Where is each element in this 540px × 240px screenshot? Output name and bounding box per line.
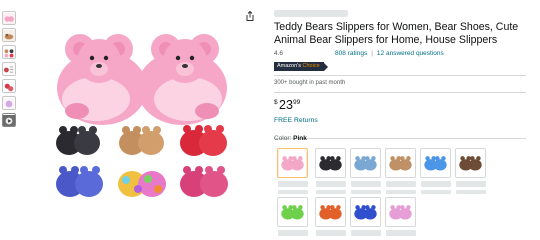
product-details: Teddy Bears Slippers for Women, Bear Sho… bbox=[274, 10, 526, 140]
color-swatch[interactable] bbox=[277, 197, 308, 227]
thumbnail-lavender[interactable] bbox=[2, 96, 16, 110]
color-swatch[interactable] bbox=[455, 148, 486, 178]
free-returns-link[interactable]: FREE Returns bbox=[274, 117, 526, 124]
thumbnail-video[interactable] bbox=[2, 113, 16, 127]
bear-slipper-icon bbox=[386, 198, 415, 226]
color-swatch[interactable] bbox=[350, 197, 381, 227]
badge-label: Choice bbox=[302, 63, 320, 70]
divider bbox=[274, 138, 526, 140]
color-swatch[interactable] bbox=[315, 148, 346, 178]
color-swatch[interactable] bbox=[385, 197, 416, 227]
thumbnail-multi[interactable] bbox=[2, 45, 16, 59]
answered-questions-link[interactable]: 12 answered questions bbox=[377, 50, 444, 57]
bear-slipper-icon bbox=[456, 149, 485, 177]
bear-slipper-icon bbox=[278, 198, 307, 226]
color-swatch[interactable] bbox=[350, 148, 381, 178]
ratings-count-link[interactable]: 808 ratings bbox=[335, 50, 367, 57]
color-selected-value: Pink bbox=[293, 135, 307, 142]
divider bbox=[274, 92, 526, 94]
price-fraction: 99 bbox=[293, 99, 301, 107]
swatch-price-placeholder bbox=[278, 230, 308, 236]
bear-slipper-icon bbox=[386, 149, 415, 177]
badge-brand: Amazon's bbox=[277, 63, 301, 70]
color-label: Color: Pink bbox=[274, 135, 307, 142]
bought-in-past-month: 300+ bought in past month bbox=[274, 80, 346, 87]
price-whole: 23 bbox=[279, 98, 293, 113]
swatch-price-placeholder bbox=[386, 181, 416, 187]
share-icon[interactable] bbox=[244, 9, 256, 21]
swatch-shipping-placeholder bbox=[421, 190, 451, 194]
main-product-image[interactable] bbox=[22, 3, 262, 208]
swatch-shipping-placeholder bbox=[278, 190, 308, 194]
price: $ 23 99 bbox=[274, 98, 526, 112]
bear-slipper-icon bbox=[316, 198, 345, 226]
bear-slipper-icon bbox=[351, 149, 380, 177]
swatch-shipping-placeholder bbox=[386, 190, 416, 194]
swatch-shipping-placeholder bbox=[316, 190, 346, 194]
thumbnail-size-chart[interactable] bbox=[2, 62, 16, 76]
thumbnail-brown[interactable] bbox=[2, 28, 16, 42]
thumbnail-pink[interactable] bbox=[2, 11, 16, 25]
swatch-price-placeholder bbox=[316, 181, 346, 187]
bear-slipper-icon bbox=[278, 149, 307, 177]
swatch-shipping-placeholder bbox=[351, 190, 381, 194]
swatch-price-placeholder bbox=[421, 181, 451, 187]
swatch-price-placeholder bbox=[351, 181, 381, 187]
bear-slipper-icon bbox=[316, 149, 345, 177]
bear-slipper-icon bbox=[421, 149, 450, 177]
price-currency: $ bbox=[274, 99, 278, 107]
rating-separator: | bbox=[371, 50, 373, 58]
color-swatch[interactable] bbox=[315, 197, 346, 227]
amazons-choice-badge[interactable]: Amazon's Choice bbox=[274, 62, 526, 72]
color-swatch[interactable] bbox=[385, 148, 416, 178]
color-swatch[interactable] bbox=[420, 148, 451, 178]
rating-value: 4.6 bbox=[274, 50, 284, 58]
bear-slipper-icon bbox=[351, 198, 380, 226]
badge-tail bbox=[323, 62, 328, 71]
thumbnail-strip bbox=[2, 11, 20, 130]
color-label-text: Color: bbox=[274, 135, 292, 142]
swatch-price-placeholder bbox=[456, 181, 486, 187]
swatch-price-placeholder bbox=[386, 230, 416, 236]
swatch-price-placeholder bbox=[351, 230, 381, 236]
product-title: Teddy Bears Slippers for Women, Bear Sho… bbox=[274, 21, 519, 47]
divider bbox=[274, 75, 526, 77]
swatch-price-placeholder bbox=[316, 230, 346, 236]
swatch-price-placeholder bbox=[278, 181, 308, 187]
brand-link-placeholder[interactable] bbox=[274, 10, 348, 17]
color-swatch[interactable] bbox=[277, 148, 308, 178]
thumbnail-red[interactable] bbox=[2, 79, 16, 93]
swatch-shipping-placeholder bbox=[456, 190, 486, 194]
rating-row: 4.6 808 ratings | 12 answered questions bbox=[274, 50, 526, 57]
